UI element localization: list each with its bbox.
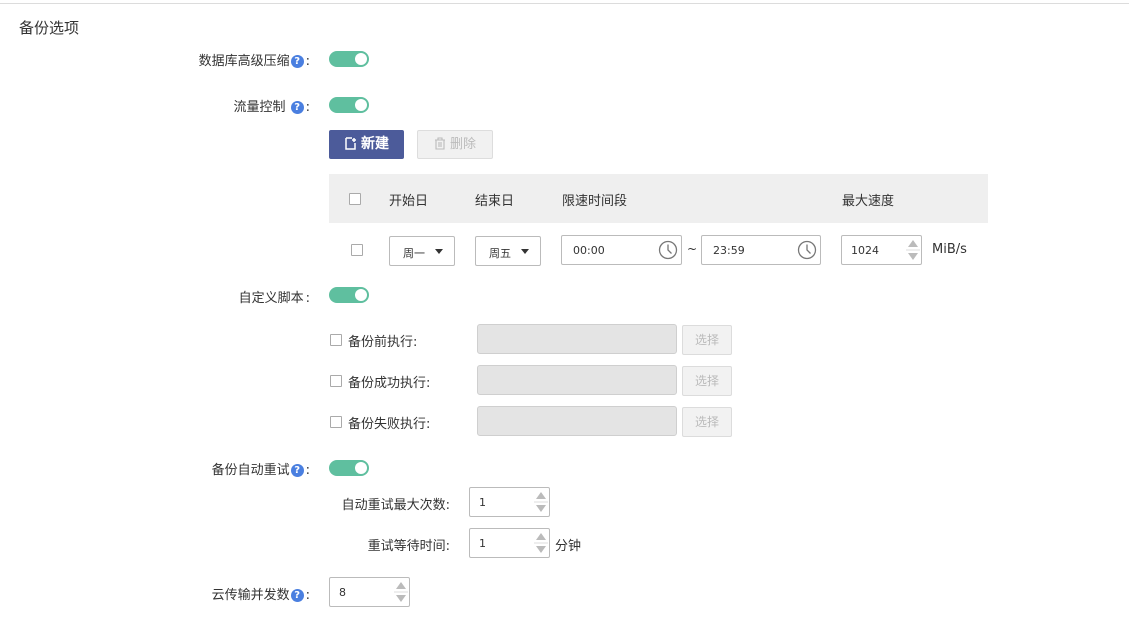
clock-icon[interactable] bbox=[797, 240, 817, 260]
start-day-value: 周一 bbox=[403, 247, 425, 260]
flow-control-label-row: 流量控制 ?: bbox=[233, 100, 310, 115]
new-button[interactable]: 新建 bbox=[329, 130, 404, 159]
cloud-concurrency-value: 8 bbox=[339, 586, 346, 599]
retry-wait-input[interactable]: 1 bbox=[469, 528, 550, 558]
end-day-value: 周五 bbox=[489, 247, 511, 260]
retry-wait-label: 重试等待时间: bbox=[367, 539, 450, 554]
help-icon[interactable]: ? bbox=[290, 589, 304, 602]
pre-backup-path-input[interactable] bbox=[477, 324, 677, 354]
failure-label: 备份失败执行: bbox=[348, 417, 431, 432]
retry-wait-unit: 分钟 bbox=[555, 539, 582, 554]
db-compression-toggle[interactable] bbox=[329, 51, 369, 67]
time-from-value: 00:00 bbox=[573, 244, 605, 257]
spinner-icon[interactable] bbox=[534, 489, 548, 515]
help-icon[interactable]: ? bbox=[290, 101, 304, 114]
select-all-checkbox[interactable] bbox=[349, 193, 361, 205]
trash-icon bbox=[434, 137, 445, 150]
help-icon[interactable]: ? bbox=[290, 464, 304, 477]
cloud-concurrency-label-row: 云传输并发数?: bbox=[211, 588, 310, 603]
success-label: 备份成功执行: bbox=[348, 376, 431, 391]
toggle-knob bbox=[355, 53, 367, 65]
custom-script-label-row: 自定义脚本: bbox=[238, 291, 310, 306]
success-path-input[interactable] bbox=[477, 365, 677, 395]
start-day-select[interactable]: 周一 bbox=[389, 236, 455, 266]
help-icon[interactable]: ? bbox=[290, 55, 304, 68]
db-compression-label-row: 数据库高级压缩?: bbox=[198, 54, 310, 69]
toggle-knob bbox=[355, 462, 367, 474]
cloud-concurrency-label: 云传输并发数 bbox=[211, 588, 290, 603]
pre-backup-checkbox[interactable] bbox=[330, 334, 342, 346]
auto-retry-toggle[interactable] bbox=[329, 460, 369, 476]
cloud-concurrency-input[interactable]: 8 bbox=[329, 577, 410, 607]
max-retries-input[interactable]: 1 bbox=[469, 487, 550, 517]
spinner-icon[interactable] bbox=[906, 237, 920, 263]
spinner-icon[interactable] bbox=[534, 530, 548, 556]
max-speed-input[interactable]: 1024 bbox=[841, 235, 922, 265]
delete-button[interactable]: 删除 bbox=[417, 130, 493, 159]
max-speed-value: 1024 bbox=[851, 244, 879, 257]
column-header-time-range: 限速时间段 bbox=[562, 194, 628, 209]
custom-script-toggle[interactable] bbox=[329, 287, 369, 303]
failure-path-input[interactable] bbox=[477, 406, 677, 436]
clock-icon[interactable] bbox=[658, 240, 678, 260]
success-checkbox[interactable] bbox=[330, 375, 342, 387]
toggle-knob bbox=[355, 99, 367, 111]
failure-choose-button[interactable]: 选择 bbox=[682, 407, 732, 437]
speed-unit: MiB/s bbox=[932, 242, 967, 257]
retry-wait-value: 1 bbox=[479, 537, 486, 550]
top-divider bbox=[0, 3, 1129, 4]
failure-checkbox[interactable] bbox=[330, 416, 342, 428]
success-choose-button[interactable]: 选择 bbox=[682, 366, 732, 396]
time-range-separator: ~ bbox=[687, 242, 698, 256]
flow-control-toggle[interactable] bbox=[329, 97, 369, 113]
caret-down-icon bbox=[435, 249, 443, 254]
row-checkbox[interactable] bbox=[351, 244, 363, 256]
custom-script-label: 自定义脚本 bbox=[238, 291, 304, 306]
time-from-input[interactable]: 00:00 bbox=[561, 235, 682, 265]
caret-down-icon bbox=[521, 249, 529, 254]
new-button-label: 新建 bbox=[361, 136, 389, 152]
auto-retry-label: 备份自动重试 bbox=[211, 463, 290, 478]
max-retries-label: 自动重试最大次数: bbox=[341, 498, 450, 513]
time-to-value: 23:59 bbox=[713, 244, 745, 257]
time-to-input[interactable]: 23:59 bbox=[701, 235, 821, 265]
column-header-start-day: 开始日 bbox=[389, 194, 429, 209]
pre-backup-choose-button[interactable]: 选择 bbox=[682, 325, 732, 355]
spinner-icon[interactable] bbox=[394, 579, 408, 605]
pre-backup-label: 备份前执行: bbox=[348, 335, 418, 350]
toggle-knob bbox=[355, 289, 367, 301]
auto-retry-label-row: 备份自动重试?: bbox=[211, 463, 310, 478]
column-header-max-speed: 最大速度 bbox=[842, 194, 895, 209]
section-title: 备份选项 bbox=[19, 19, 80, 37]
delete-button-label: 删除 bbox=[449, 137, 476, 152]
column-header-end-day: 结束日 bbox=[475, 194, 515, 209]
new-file-icon bbox=[345, 137, 356, 150]
end-day-select[interactable]: 周五 bbox=[475, 236, 541, 266]
db-compression-label: 数据库高级压缩 bbox=[198, 54, 290, 69]
flow-control-label: 流量控制 bbox=[233, 100, 286, 115]
max-retries-value: 1 bbox=[479, 496, 486, 509]
